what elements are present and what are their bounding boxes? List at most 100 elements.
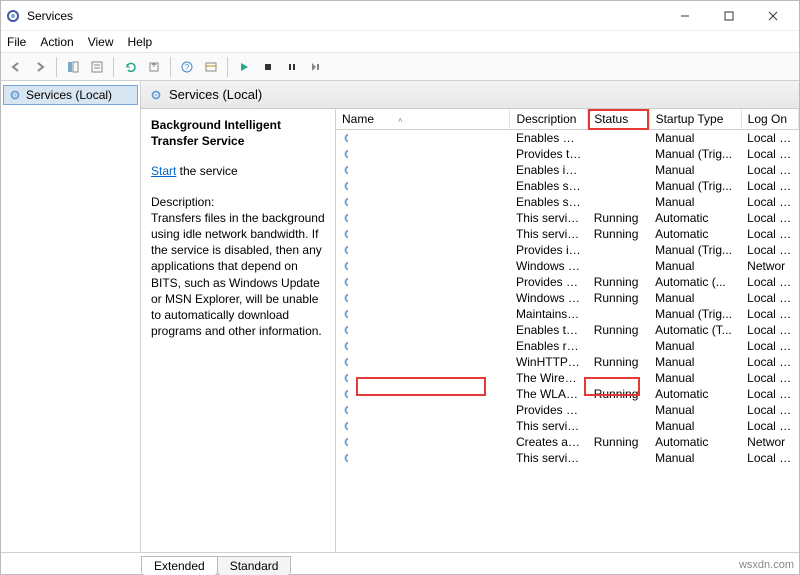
table-row[interactable]: Windows Security ServiceWindows Se...Run…	[336, 290, 799, 306]
col-startup[interactable]: Startup Type	[649, 109, 741, 130]
pause-service-button[interactable]	[281, 56, 303, 78]
table-row[interactable]: Windows Modules InstallerEnables inst...…	[336, 162, 799, 178]
table-row[interactable]: Windows SearchProvides co...RunningAutom…	[336, 274, 799, 290]
panel-header: Services (Local)	[141, 81, 799, 109]
menu-help[interactable]: Help	[128, 35, 153, 49]
table-row[interactable]: Windows Push Notification... This service…	[336, 210, 799, 226]
table-row[interactable]: Windows PushToInstall Serv...Provides in…	[336, 242, 799, 258]
service-icon	[342, 451, 348, 465]
table-row[interactable]: Windows Perception Simul...Enables spa..…	[336, 194, 799, 210]
show-hide-tree-button[interactable]	[62, 56, 84, 78]
table-row[interactable]: WinHTTP Web Proxy Auto-...WinHTTP i...Ru…	[336, 354, 799, 370]
table-row[interactable]: Work FoldersThis service ...ManualLocal …	[336, 418, 799, 434]
cell-status	[588, 194, 649, 210]
col-logon[interactable]: Log On	[741, 109, 798, 130]
menu-view[interactable]: View	[88, 35, 114, 49]
app-icon	[5, 8, 21, 24]
cell-startup: Manual (Trig...	[649, 242, 741, 258]
tab-standard[interactable]: Standard	[217, 556, 292, 575]
cell-name: Windows Push Notification...	[336, 210, 348, 226]
stop-service-button[interactable]	[257, 56, 279, 78]
separator	[227, 57, 228, 77]
gear-icon	[149, 88, 163, 102]
tab-extended[interactable]: Extended	[141, 556, 218, 575]
refresh-button[interactable]	[119, 56, 141, 78]
col-status[interactable]: Status	[588, 109, 649, 130]
col-name[interactable]: Name˄	[336, 109, 510, 130]
cell-logon: Local Sy	[741, 354, 798, 370]
services-window: Services File Action View Help ?	[0, 0, 800, 575]
cell-status	[588, 130, 649, 147]
content: Background Intelligent Transfer Service …	[141, 109, 799, 552]
service-icon	[342, 355, 348, 369]
service-icon	[342, 179, 348, 193]
export-button[interactable]	[143, 56, 165, 78]
cell-status	[588, 418, 649, 434]
start-service-button[interactable]	[233, 56, 255, 78]
start-suffix: the service	[176, 164, 237, 178]
table-row[interactable]: WWAN AutoConfigThis service ...ManualLoc…	[336, 450, 799, 466]
table-row[interactable]: Wired AutoConfigThe Wired A...ManualLoca…	[336, 370, 799, 386]
cell-description: Creates and ...	[510, 434, 588, 450]
table-row[interactable]: WorkstationCreates and ...RunningAutomat…	[336, 434, 799, 450]
cell-status	[588, 258, 649, 274]
cell-description: This service ...	[510, 210, 588, 226]
service-icon	[342, 131, 348, 145]
service-icon	[342, 435, 348, 449]
table-row[interactable]: Windows Mixed Reality Op...Enables Mix..…	[336, 130, 799, 147]
watermark: wsxdn.com	[739, 559, 794, 571]
services-list[interactable]: Name˄ Description Status Startup Type Lo…	[336, 109, 799, 552]
cell-description: Maintains d...	[510, 306, 588, 322]
cell-name: Wired AutoConfig	[336, 370, 348, 386]
menu-file[interactable]: File	[7, 35, 26, 49]
properties-button[interactable]	[86, 56, 108, 78]
tree-root-services[interactable]: Services (Local)	[3, 85, 138, 105]
cell-name: Windows Mixed Reality Op...	[336, 130, 348, 146]
service-icon	[342, 387, 348, 401]
view-tabs: Extended Standard	[1, 552, 799, 574]
service-icon	[342, 323, 348, 337]
cell-description: Enables spa...	[510, 194, 588, 210]
service-icon	[342, 291, 348, 305]
col-description[interactable]: Description	[510, 109, 588, 130]
cell-logon: Local Sy	[741, 402, 798, 418]
cell-status: Running	[588, 386, 649, 402]
cell-startup: Manual	[649, 162, 741, 178]
service-icon	[342, 339, 348, 353]
cell-description: Provides co...	[510, 274, 588, 290]
help-button[interactable]: ?	[176, 56, 198, 78]
table-row[interactable]: Windows Perception ServiceEnables spa...…	[336, 178, 799, 194]
cell-startup: Automatic	[649, 226, 741, 242]
table-row[interactable]: Windows TimeMaintains d...Manual (Trig..…	[336, 306, 799, 322]
separator	[113, 57, 114, 77]
cell-name: Windows Mobile Hotspot S...	[336, 146, 348, 162]
table-row[interactable]: Windows Push Notification...This service…	[336, 226, 799, 242]
cell-logon: Local Se	[741, 146, 798, 162]
restart-service-button[interactable]	[305, 56, 327, 78]
tree-pane: Services (Local)	[1, 81, 141, 552]
forward-button[interactable]	[29, 56, 51, 78]
cell-status: Running	[588, 354, 649, 370]
close-button[interactable]	[751, 2, 795, 30]
table-row[interactable]: WLAN AutoConfigThe WLANS...RunningAutoma…	[336, 386, 799, 402]
cell-status: Running	[588, 322, 649, 338]
selected-service-name: Background Intelligent Transfer Service	[151, 117, 325, 149]
table-row[interactable]: Windows Mobile Hotspot S...Provides th..…	[336, 146, 799, 162]
cell-status: Running	[588, 290, 649, 306]
start-service-link[interactable]: Start	[151, 164, 176, 178]
cell-startup: Automatic (T...	[649, 322, 741, 338]
cell-logon: Local Sy	[741, 162, 798, 178]
maximize-button[interactable]	[707, 2, 751, 30]
menu-action[interactable]: Action	[40, 35, 73, 49]
service-icon	[342, 275, 348, 289]
table-row[interactable]: Windows Remote Manage...Windows R...Manu…	[336, 258, 799, 274]
cell-startup: Manual	[649, 194, 741, 210]
table-row[interactable]: Windows Update Medic Ser...Enables rem..…	[336, 338, 799, 354]
table-row[interactable]: Windows UpdateEnables the ...RunningAuto…	[336, 322, 799, 338]
minimize-button[interactable]	[663, 2, 707, 30]
back-button[interactable]	[5, 56, 27, 78]
table-row[interactable]: WMI Performance AdapterProvides pe...Man…	[336, 402, 799, 418]
cell-description: Provides inf...	[510, 242, 588, 258]
details-button[interactable]	[200, 56, 222, 78]
service-icon	[342, 259, 348, 273]
